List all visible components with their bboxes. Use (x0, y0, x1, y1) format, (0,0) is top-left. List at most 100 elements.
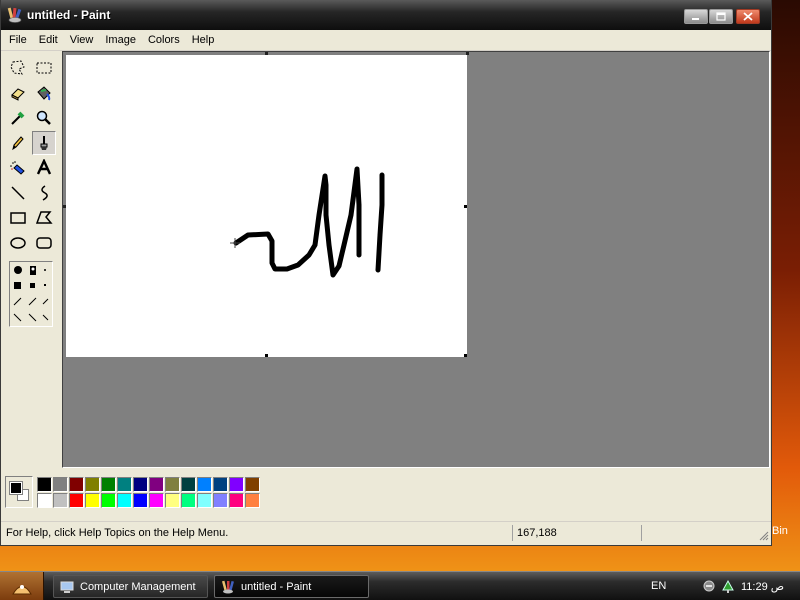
ellipse-icon (10, 237, 26, 249)
task-paint[interactable]: untitled - Paint (214, 575, 369, 598)
rounded-rectangle-icon (36, 237, 52, 249)
tool-airbrush[interactable] (6, 156, 30, 180)
palette-swatch[interactable] (165, 477, 180, 492)
tool-rounded-rectangle[interactable] (32, 231, 56, 255)
close-button[interactable] (736, 9, 760, 24)
paint-app-icon (7, 7, 22, 23)
menu-help[interactable]: Help (186, 32, 221, 48)
tool-line[interactable] (6, 181, 30, 205)
eraser-icon (11, 88, 25, 101)
maximize-button[interactable] (709, 9, 733, 24)
foreground-color[interactable] (9, 481, 23, 495)
drawing-stroke (230, 166, 385, 278)
menu-file[interactable]: File (3, 32, 33, 48)
tool-curve[interactable] (32, 181, 56, 205)
system-clock[interactable]: 11:29 ص (741, 580, 784, 593)
palette-swatch[interactable] (149, 493, 164, 508)
palette-swatch[interactable] (149, 477, 164, 492)
tool-pick-color[interactable] (6, 106, 30, 130)
palette-swatch[interactable] (197, 477, 212, 492)
palette-swatch[interactable] (69, 493, 84, 508)
minimize-button[interactable] (684, 9, 708, 24)
palette-swatch[interactable] (85, 493, 100, 508)
line-icon (11, 186, 25, 200)
safely-remove-icon[interactable] (720, 578, 736, 594)
status-divider (641, 525, 642, 541)
palette-swatch[interactable] (37, 493, 52, 508)
tool-brush[interactable] (32, 131, 56, 155)
status-divider (512, 525, 513, 541)
pick-color-icon (11, 111, 25, 125)
menu-bar: File Edit View Image Colors Help (1, 30, 771, 51)
close-icon (743, 12, 753, 21)
palette-swatch[interactable] (245, 493, 260, 508)
palette-swatch[interactable] (133, 477, 148, 492)
palette-swatch[interactable] (53, 493, 68, 508)
status-help-text: For Help, click Help Topics on the Help … (6, 527, 229, 539)
tool-magnifier[interactable] (32, 106, 56, 130)
handle-top (265, 52, 268, 55)
status-bar: For Help, click Help Topics on the Help … (1, 521, 771, 543)
palette-swatch[interactable] (85, 477, 100, 492)
curve-icon (41, 185, 48, 201)
resize-handle-right[interactable] (464, 205, 467, 208)
task-computer-management[interactable]: Computer Management (53, 575, 208, 598)
maximize-icon (716, 12, 726, 21)
start-button[interactable] (0, 572, 44, 600)
menu-view[interactable]: View (64, 32, 100, 48)
title-bar[interactable]: untitled - Paint (1, 0, 771, 30)
tool-eraser[interactable] (6, 81, 30, 105)
palette-swatch[interactable] (229, 477, 244, 492)
palette-swatch[interactable] (117, 493, 132, 508)
palette-swatch[interactable] (101, 477, 116, 492)
menu-edit[interactable]: Edit (33, 32, 64, 48)
tool-fill[interactable] (32, 81, 56, 105)
palette-swatch[interactable] (181, 477, 196, 492)
tool-free-form-select[interactable] (6, 56, 30, 80)
task-label: Computer Management (80, 580, 196, 593)
resize-handle-corner[interactable] (464, 354, 467, 357)
resize-handle-bottom[interactable] (265, 354, 268, 357)
palette-swatch[interactable] (53, 477, 68, 492)
palette-swatch[interactable] (213, 493, 228, 508)
text-icon (36, 159, 52, 175)
brush-shape-options[interactable] (9, 261, 53, 327)
tool-ellipse[interactable] (6, 231, 30, 255)
fill-with-color-icon (37, 86, 51, 101)
paint-window: untitled - Paint File Edit View Image Co… (0, 0, 772, 546)
toolbox (4, 54, 60, 466)
palette-swatch[interactable] (165, 493, 180, 508)
free-form-select-icon (10, 60, 25, 75)
handle-left (63, 205, 66, 208)
menu-colors[interactable]: Colors (142, 32, 186, 48)
language-indicator[interactable]: EN (651, 580, 666, 592)
drawing-canvas[interactable] (66, 55, 467, 357)
paint-icon (221, 580, 234, 593)
tool-rectangle[interactable] (6, 206, 30, 230)
palette-swatch[interactable] (181, 493, 196, 508)
tool-text[interactable] (32, 156, 56, 180)
palette-swatch[interactable] (101, 493, 116, 508)
canvas-scroll-area[interactable] (62, 51, 770, 468)
tool-select[interactable] (32, 56, 56, 80)
brush-shapes-icon (13, 266, 49, 322)
current-colors[interactable] (5, 476, 33, 508)
palette-swatch[interactable] (197, 493, 212, 508)
tool-pencil[interactable] (6, 131, 30, 155)
palette-swatch[interactable] (69, 477, 84, 492)
palette-swatch[interactable] (37, 477, 52, 492)
palette-swatch[interactable] (133, 493, 148, 508)
menu-image[interactable]: Image (99, 32, 142, 48)
palette-swatch[interactable] (117, 477, 132, 492)
palette-swatch[interactable] (245, 477, 260, 492)
brush-icon (40, 136, 48, 150)
select-icon (36, 62, 52, 74)
palette-swatch[interactable] (229, 493, 244, 508)
taskbar: Computer Management untitled - Paint EN … (0, 571, 800, 600)
resize-grip-icon[interactable] (757, 529, 769, 541)
palette-swatch[interactable] (213, 477, 228, 492)
desktop-recycle-bin-label: Bin (772, 525, 788, 537)
network-icon[interactable] (702, 578, 718, 594)
airbrush-icon (10, 161, 25, 175)
tool-polygon[interactable] (32, 206, 56, 230)
